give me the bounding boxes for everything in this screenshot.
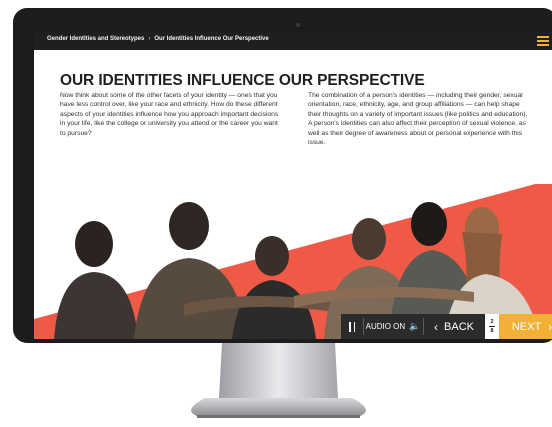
monitor-stand <box>191 343 366 418</box>
